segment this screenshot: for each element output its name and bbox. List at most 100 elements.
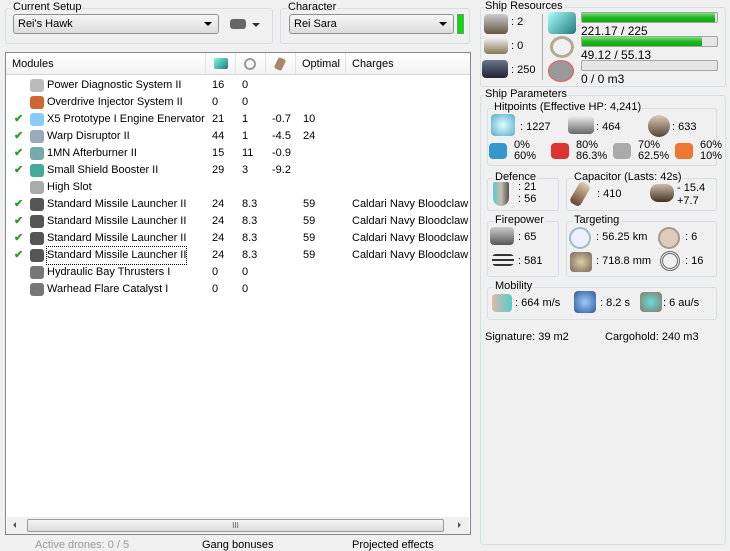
module-name: Standard Missile Launcher II <box>47 198 187 210</box>
capacitor-recharge-icon <box>650 184 674 202</box>
ship-menu-button[interactable] <box>230 16 262 34</box>
module-cpu: 0 <box>212 283 219 295</box>
module-row[interactable]: ✔ 1MN Afterburner II 15 11 -0.9 <box>6 145 470 162</box>
active-check-icon[interactable]: ✔ <box>14 162 23 179</box>
active-check-icon[interactable]: ✔ <box>14 145 23 162</box>
module-row[interactable]: Power Diagnostic System II 16 0 <box>6 77 470 94</box>
module-row[interactable]: ✔ Standard Missile Launcher II 24 8.3 59 Cald… <box>6 196 470 213</box>
module-row[interactable]: Overdrive Injector System II 0 0 <box>6 94 470 111</box>
chevron-down-icon <box>252 23 260 27</box>
module-name: X5 Prototype I Engine Enervator <box>47 113 205 125</box>
module-capacitor: -0.9 <box>272 147 291 159</box>
module-powergrid: 0 <box>242 283 249 295</box>
active-check-icon[interactable]: ✔ <box>14 213 23 230</box>
module-powergrid: 0 <box>242 266 249 278</box>
targeting-range-icon <box>569 227 591 249</box>
dps-icon <box>490 227 514 245</box>
afterburner-icon <box>30 147 44 160</box>
cpu-bar-fill <box>582 13 715 22</box>
module-powergrid: 8.3 <box>242 232 258 244</box>
column-powergrid[interactable] <box>236 53 266 75</box>
capacitor-regen: +7.7 <box>677 195 699 207</box>
active-check-icon[interactable]: ✔ <box>14 128 23 145</box>
launcher-icon <box>30 249 44 262</box>
drone-bay-value: 0 / 0 m3 <box>581 72 625 86</box>
module-cpu: 0 <box>212 96 219 108</box>
volley-icon <box>492 254 514 266</box>
overdrive-icon <box>30 96 44 109</box>
module-row[interactable]: ✔ X5 Prototype I Engine Enervator 21 1 -0.7 1… <box>6 111 470 128</box>
turret-hardpoint-icon <box>484 14 508 34</box>
resources-divider <box>542 14 543 80</box>
kinetic-icon <box>613 143 631 159</box>
character-dropdown[interactable]: Rei Sara <box>289 14 454 34</box>
module-charges: Caldari Navy Bloodclaw <box>352 232 469 244</box>
module-row[interactable]: ✔ Standard Missile Launcher II 24 8.3 59 Cald… <box>6 246 470 265</box>
module-row[interactable]: ✔ Standard Missile Launcher II 24 8.3 59 Cald… <box>6 213 470 230</box>
module-row[interactable]: ✔ Warp Disruptor II 44 1 -4.5 24 <box>6 128 470 145</box>
module-row[interactable]: Warhead Flare Catalyst I 0 0 <box>6 281 470 298</box>
turret-count: : 2 <box>511 16 524 28</box>
module-cpu: 21 <box>212 113 225 125</box>
disruptor-icon <box>30 130 44 143</box>
module-name: Warhead Flare Catalyst I <box>47 283 169 295</box>
resist-armor: 86.3% <box>576 150 608 162</box>
column-charges[interactable]: Charges <box>346 53 470 75</box>
firepower-title: Firepower <box>494 214 545 226</box>
cpu-bar <box>581 12 718 23</box>
column-modules[interactable]: Modules <box>6 53 206 75</box>
module-name: High Slot <box>47 181 92 193</box>
structure-hp-icon <box>648 115 670 137</box>
module-powergrid: 11 <box>242 147 254 159</box>
module-optimal: 59 <box>303 198 316 210</box>
capacitor-title: Capacitor (Lasts: 42s) <box>573 171 683 183</box>
horizontal-scrollbar[interactable]: III <box>7 517 469 534</box>
module-powergrid: 1 <box>242 113 249 125</box>
gang-bonuses-button[interactable]: Gang bonuses <box>202 539 274 551</box>
active-check-icon[interactable]: ✔ <box>14 230 23 247</box>
signature-radius: Signature: 39 m2 <box>485 331 569 343</box>
active-check-icon[interactable]: ✔ <box>14 111 23 128</box>
projected-effects-button[interactable]: Projected effects <box>352 539 434 551</box>
module-optimal: 59 <box>303 215 316 227</box>
structure-hp: : 633 <box>672 121 697 133</box>
active-check-icon[interactable]: ✔ <box>14 196 23 213</box>
setup-dropdown[interactable]: Rei's Hawk <box>13 14 219 34</box>
targeting-range: : 56.25 km <box>596 231 648 243</box>
resist-armor: 10% <box>700 150 723 162</box>
launcher-icon <box>30 232 44 245</box>
ship-resources-title: Ship Resources <box>484 0 564 12</box>
scroll-right-icon[interactable] <box>458 522 461 528</box>
rig-icon <box>30 266 44 279</box>
module-row[interactable]: ✔ Standard Missile Launcher II 24 8.3 59 Cald… <box>6 230 470 247</box>
scrollbar-thumb[interactable]: III <box>27 519 444 532</box>
dps-value: : 65 <box>518 231 537 243</box>
column-capacitor[interactable] <box>266 53 296 75</box>
shield-booster-icon <box>30 164 44 177</box>
module-powergrid: 0 <box>242 79 249 91</box>
ship-parameters-title: Ship Parameters <box>484 88 568 100</box>
chevron-down-icon <box>204 22 212 26</box>
modules-list[interactable]: Modules Optimal Charges Power Diagnostic… <box>5 52 471 535</box>
column-cpu[interactable] <box>206 53 236 75</box>
module-optimal: 59 <box>303 232 316 244</box>
module-powergrid: 8.3 <box>242 215 258 227</box>
shield-hp-icon <box>491 114 515 136</box>
scroll-left-icon[interactable] <box>13 522 16 528</box>
column-optimal[interactable]: Optimal <box>296 53 346 75</box>
align-time-icon <box>574 291 596 313</box>
module-cpu: 24 <box>212 215 225 227</box>
resist-armor: 62.5% <box>638 150 670 162</box>
module-row[interactable]: ✔ Small Shield Booster II 29 3 -9.2 <box>6 162 470 179</box>
active-check-icon[interactable]: ✔ <box>14 247 23 264</box>
mobility-title: Mobility <box>494 280 534 292</box>
drone-bay-icon <box>548 60 574 82</box>
character-status-indicator <box>457 14 464 34</box>
launcher-icon <box>30 198 44 211</box>
module-name: Small Shield Booster II <box>47 164 159 176</box>
setup-value: Rei's Hawk <box>18 18 73 30</box>
module-row[interactable]: High Slot <box>6 179 470 196</box>
module-row[interactable]: Hydraulic Bay Thrusters I 0 0 <box>6 264 470 281</box>
module-cpu: 0 <box>212 266 219 278</box>
volley-value: : 581 <box>518 255 543 267</box>
